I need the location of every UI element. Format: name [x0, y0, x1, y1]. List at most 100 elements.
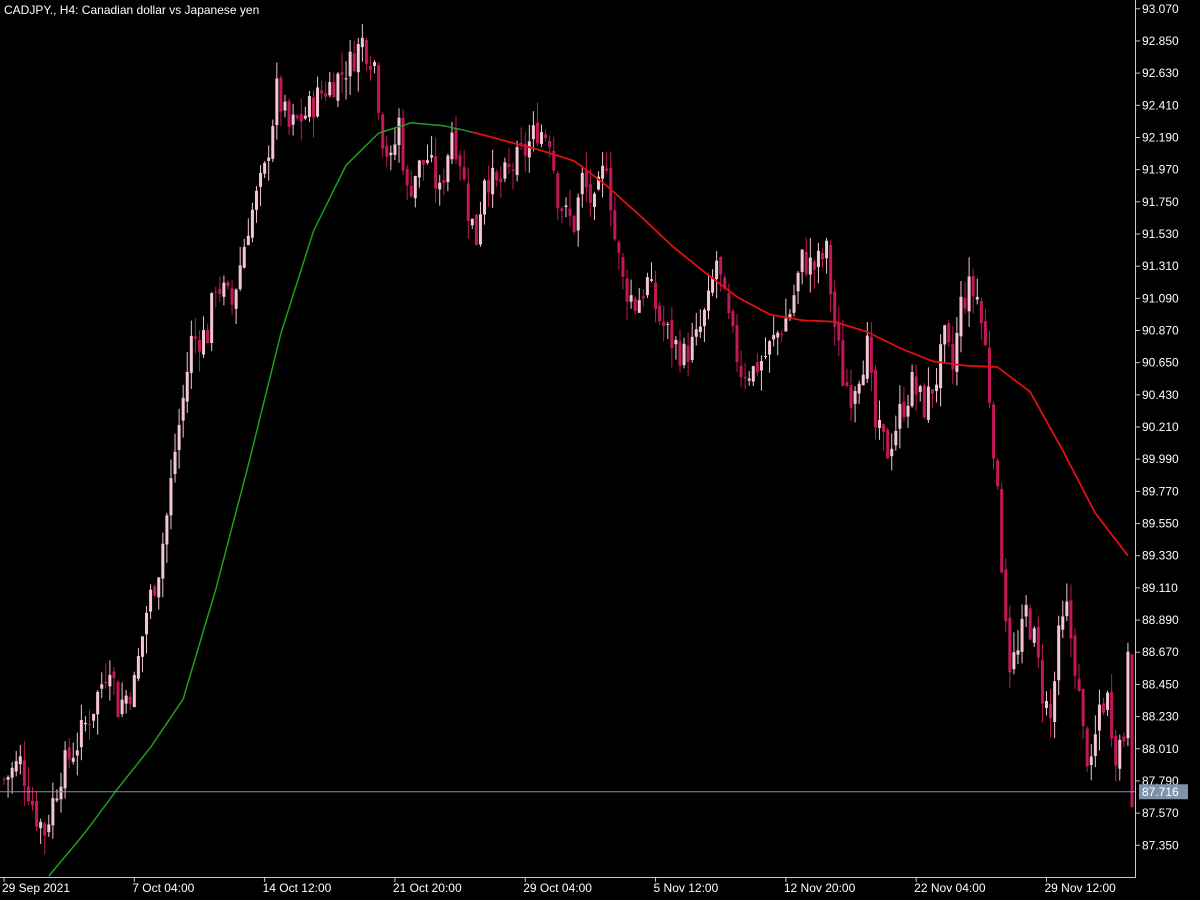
candle-body [96, 691, 100, 715]
candle-body [784, 318, 788, 332]
candle-body [450, 132, 454, 160]
price-tick-label: 91.970 [1142, 163, 1179, 177]
candle-body [307, 96, 311, 118]
candle-body [336, 73, 340, 101]
candle-body [544, 134, 548, 139]
candle-body [491, 167, 495, 195]
candle-body [234, 289, 238, 309]
candle-body [14, 761, 18, 772]
candle-body [51, 798, 55, 826]
candle-body [267, 157, 271, 161]
candle-body [996, 460, 1000, 487]
price-tick-label: 88.230 [1142, 710, 1179, 724]
candle-body [1004, 569, 1008, 622]
candle-body [694, 329, 698, 337]
candle-body [955, 332, 959, 372]
candle-body [210, 293, 214, 343]
candle-body [849, 385, 853, 408]
candle-body [55, 798, 59, 801]
time-tick-label: 22 Nov 04:00 [914, 881, 986, 895]
candle-body [535, 122, 539, 144]
candle-body [263, 162, 267, 174]
candle-body [792, 295, 796, 313]
candle-body [719, 256, 723, 275]
candle-body [641, 296, 645, 299]
candle-body [1020, 618, 1024, 652]
candle-body [405, 168, 409, 186]
candle-body [360, 37, 364, 48]
candle-body [992, 404, 996, 459]
candle-body [853, 390, 857, 404]
candle-body [951, 344, 955, 370]
candle-body [1049, 703, 1053, 719]
candle-body [79, 720, 83, 748]
candle-body [649, 279, 653, 281]
candle-body [625, 278, 629, 302]
time-tick-label: 29 Nov 12:00 [1044, 881, 1116, 895]
candle-body [446, 155, 450, 183]
candle-body [320, 90, 324, 94]
candle-body [1130, 654, 1134, 808]
candle-body [731, 310, 735, 327]
candle-body [715, 260, 719, 280]
candle-body [1016, 650, 1020, 655]
candle-body [238, 265, 242, 290]
candle-body [698, 326, 702, 333]
candle-body [140, 636, 144, 657]
candle-body [959, 296, 963, 337]
candle-body [800, 249, 804, 272]
candle-body [202, 330, 206, 355]
candle-body [861, 374, 865, 386]
candle-body [515, 147, 519, 176]
candle-body [120, 699, 124, 715]
candle-body [75, 750, 79, 756]
time-tick-label: 14 Oct 12:00 [263, 881, 332, 895]
price-tick-label: 92.190 [1142, 130, 1179, 144]
candle-body [413, 175, 417, 199]
candle-body [462, 167, 466, 180]
candle-body [930, 389, 934, 394]
candle-body [1065, 601, 1069, 617]
candle-body [743, 376, 747, 379]
candle-body [621, 257, 625, 277]
candle-body [83, 722, 87, 725]
candle-body [1073, 635, 1077, 676]
candle-body [906, 405, 910, 417]
candle-body [914, 376, 918, 395]
candle-body [311, 97, 315, 118]
time-tick-label: 7 Oct 04:00 [132, 881, 194, 895]
price-chart[interactable]: 93.070 92.850 92.630 92.410 92.190 91.970 91.7… [0, 0, 1200, 900]
candle-body [230, 288, 234, 305]
candle-body [898, 403, 902, 429]
candle-body [902, 401, 906, 418]
price-tick-label: 91.750 [1142, 195, 1179, 209]
candle-body [43, 823, 47, 836]
candle-body [1097, 704, 1101, 731]
candle-body [967, 276, 971, 312]
candle-body [1114, 735, 1118, 766]
candle-body [1053, 681, 1057, 722]
candle-body [1061, 616, 1065, 630]
time-tick-label: 21 Oct 20:00 [393, 881, 462, 895]
candle-body [328, 82, 332, 96]
candle-body [971, 276, 975, 297]
candle-body [1012, 652, 1016, 670]
candle-body [617, 242, 621, 253]
candle-body [613, 210, 617, 240]
candle-body [637, 300, 641, 313]
candle-body [841, 340, 845, 386]
price-tick-label: 90.650 [1142, 356, 1179, 370]
candle-body [556, 173, 560, 209]
candle-body [26, 786, 30, 802]
candle-body [499, 178, 503, 183]
candle-body [116, 681, 120, 718]
candle-body [478, 214, 482, 245]
candle-body [939, 344, 943, 389]
candle-body [605, 168, 609, 171]
candle-body [560, 208, 564, 212]
current-price-value: 87.716 [1142, 785, 1179, 799]
candle [1000, 482, 1004, 574]
candle-body [299, 114, 303, 122]
candle-body [275, 78, 279, 126]
candle-body [755, 362, 759, 373]
